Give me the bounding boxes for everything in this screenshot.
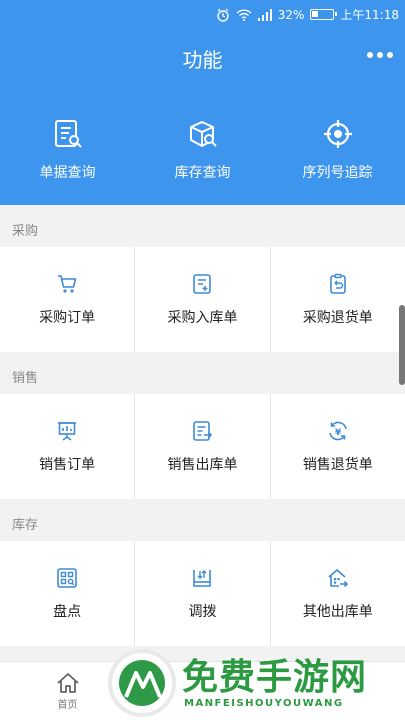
watermark-text: 免费手游网 — [182, 657, 368, 698]
quick-action-serial-tracking[interactable]: 序列号追踪 — [270, 118, 405, 182]
section-label-sales: 销售 — [12, 371, 39, 386]
document-out-icon — [193, 420, 213, 441]
grid-item-label: 采购退货单 — [302, 309, 373, 326]
quick-action-label: 单据查询 — [39, 165, 96, 181]
transfer-icon — [193, 569, 212, 587]
battery-percent: 32% — [277, 7, 305, 22]
scrollbar[interactable] — [399, 305, 405, 385]
grid-item-label: 调拨 — [188, 603, 217, 620]
inventory-grid: 盘点 调拨 其他出库单 — [0, 541, 405, 646]
quick-actions: 单据查询 库存查询 序列号追踪 — [0, 118, 405, 182]
purchase-order-button[interactable]: 采购订单 — [0, 247, 136, 352]
watermark-subtext: MANFEISHOUYOUWANG — [184, 698, 344, 709]
sales-order-button[interactable]: 销售订单 — [0, 394, 136, 499]
sales-return-button[interactable]: ¥ 销售退货单 — [270, 394, 405, 499]
watermark-logo — [108, 649, 176, 717]
inventory-transfer-button[interactable]: 调拨 — [135, 541, 271, 646]
purchase-return-button[interactable]: 采购退货单 — [270, 247, 405, 352]
grid-item-label: 销售订单 — [39, 456, 96, 473]
sales-delivery-button[interactable]: 销售出库单 — [135, 394, 271, 499]
yen-refresh-icon: ¥ — [329, 421, 347, 440]
inventory-check-icon — [57, 567, 77, 588]
document-search-icon — [54, 120, 82, 148]
alarm-icon — [217, 8, 229, 22]
purchase-grid: 采购订单 采购入库单 采购退货单 — [0, 247, 405, 352]
quick-action-document-query[interactable]: 单据查询 — [0, 118, 135, 182]
section-label-inventory: 库存 — [12, 518, 39, 533]
target-icon — [323, 120, 352, 148]
home-icon — [56, 673, 79, 693]
grid-item-label: 销售退货单 — [302, 456, 373, 473]
inventory-count-button[interactable]: 盘点 — [0, 541, 136, 646]
section-label-purchase: 采购 — [12, 224, 39, 239]
purchase-receipt-button[interactable]: 采购入库单 — [135, 247, 271, 352]
cart-icon — [58, 274, 77, 293]
grid-item-label: 采购入库单 — [167, 309, 238, 326]
tab-label: 首页 — [57, 700, 78, 711]
clock: 上午11:18 — [340, 8, 399, 22]
header: 功能 单据查询 库存查询 序列号追踪 — [0, 30, 405, 205]
grid-item-label: 盘点 — [53, 603, 82, 620]
status-bar: 32% 上午11:18 — [0, 0, 405, 30]
svg-text:¥: ¥ — [335, 428, 342, 438]
document-add-icon — [193, 273, 212, 294]
grid-item-label: 其他出库单 — [302, 603, 373, 620]
sales-grid: 销售订单 销售出库单 ¥ 销售退货单 — [0, 394, 405, 499]
presentation-board-icon — [58, 421, 77, 441]
battery-icon — [310, 9, 338, 20]
clipboard-return-icon — [330, 273, 346, 294]
quick-action-label: 库存查询 — [174, 165, 231, 181]
watermark: 免费手游网 MANFEISHOUYOUWANG — [104, 646, 404, 720]
page-title: 功能 — [182, 48, 223, 72]
quick-action-label: 序列号追踪 — [302, 165, 373, 181]
inventory-other-out-button[interactable]: 其他出库单 — [270, 541, 405, 646]
wifi-icon — [236, 8, 252, 21]
house-out-icon — [328, 568, 348, 587]
signal-icon — [257, 8, 272, 21]
grid-item-label: 销售出库单 — [167, 456, 238, 473]
quick-action-stock-query[interactable]: 库存查询 — [135, 118, 270, 182]
grid-item-label: 采购订单 — [39, 309, 96, 326]
more-menu-button[interactable] — [367, 52, 393, 58]
box-search-icon — [189, 121, 217, 147]
